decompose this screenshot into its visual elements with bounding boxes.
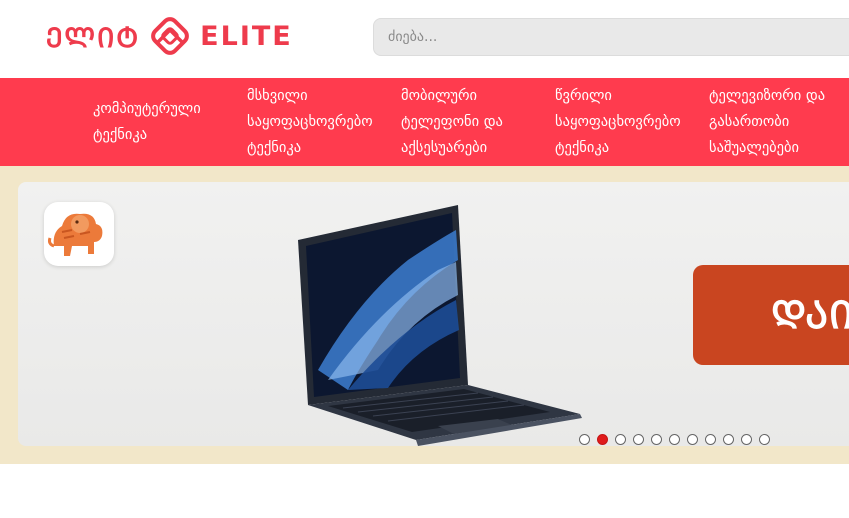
slider-dot[interactable] xyxy=(741,434,752,445)
laptop-image xyxy=(298,205,582,446)
nav-item-computer-tech[interactable]: კომპიუტერული ტექნიკა xyxy=(93,78,201,166)
search-input[interactable] xyxy=(373,18,849,56)
slider-dot[interactable] xyxy=(759,434,770,445)
slider-dot[interactable] xyxy=(615,434,626,445)
slider-dot[interactable] xyxy=(669,434,680,445)
nav-label-line: საყოფაცხოვრებო xyxy=(247,114,373,130)
lion-app-icon xyxy=(44,202,114,266)
slider-dots xyxy=(579,434,777,445)
nav-label-line: ტექნიკა xyxy=(247,140,302,156)
category-nav: კომპიუტერული ტექნიკა მსხვილი საყოფაცხოვრ… xyxy=(0,78,849,166)
slider-dot[interactable] xyxy=(633,434,644,445)
nav-label-line: ტელეფონი და xyxy=(401,114,503,130)
logo-text-georgian: ᲔᲚᲘᲢ xyxy=(46,22,141,54)
site-logo[interactable]: ᲔᲚᲘᲢ ELITE xyxy=(46,14,293,58)
nav-label-line: ტელევიზორი და xyxy=(709,88,826,104)
nav-label-line: ტექნიკა xyxy=(93,127,148,143)
slider-dot[interactable] xyxy=(687,434,698,445)
nav-item-tv-entertainment[interactable]: ტელევიზორი და გასართობი საშუალებები xyxy=(709,78,825,166)
promo-banner[interactable]: ᲓᲐᲘᲑ xyxy=(693,265,849,365)
banner-slide[interactable]: ᲓᲐᲘᲑ xyxy=(18,182,849,446)
nav-label-line: აქსესუარები xyxy=(401,140,488,156)
nav-item-small-appliances[interactable]: წვრილი საყოფაცხოვრებო ტექნიკა xyxy=(555,78,681,166)
nav-label-line: საშუალებები xyxy=(709,140,800,156)
slider-dot[interactable] xyxy=(705,434,716,445)
nav-label-line: კომპიუტერული xyxy=(93,101,201,117)
slider-dot[interactable] xyxy=(723,434,734,445)
logo-mark-icon xyxy=(151,17,190,55)
nav-label-line: მსხვილი xyxy=(247,88,308,104)
nav-item-large-appliances[interactable]: მსხვილი საყოფაცხოვრებო ტექნიკა xyxy=(247,78,373,166)
nav-label-line: მობილური xyxy=(401,88,478,104)
slider-dot[interactable] xyxy=(579,434,590,445)
slider-dot-active[interactable] xyxy=(597,434,608,445)
nav-item-mobile-phones[interactable]: მობილური ტელეფონი და აქსესუარები xyxy=(401,78,503,166)
nav-label-line: წვრილი xyxy=(555,88,612,104)
nav-label-line: გასართობი xyxy=(709,114,790,130)
site-header: ᲔᲚᲘᲢ ELITE xyxy=(0,0,849,78)
logo-text-latin: ELITE xyxy=(200,20,293,52)
slider-dot[interactable] xyxy=(651,434,662,445)
nav-label-line: ტექნიკა xyxy=(555,140,610,156)
nav-label-line: საყოფაცხოვრებო xyxy=(555,114,681,130)
banner-area: ᲓᲐᲘᲑ xyxy=(0,166,849,464)
